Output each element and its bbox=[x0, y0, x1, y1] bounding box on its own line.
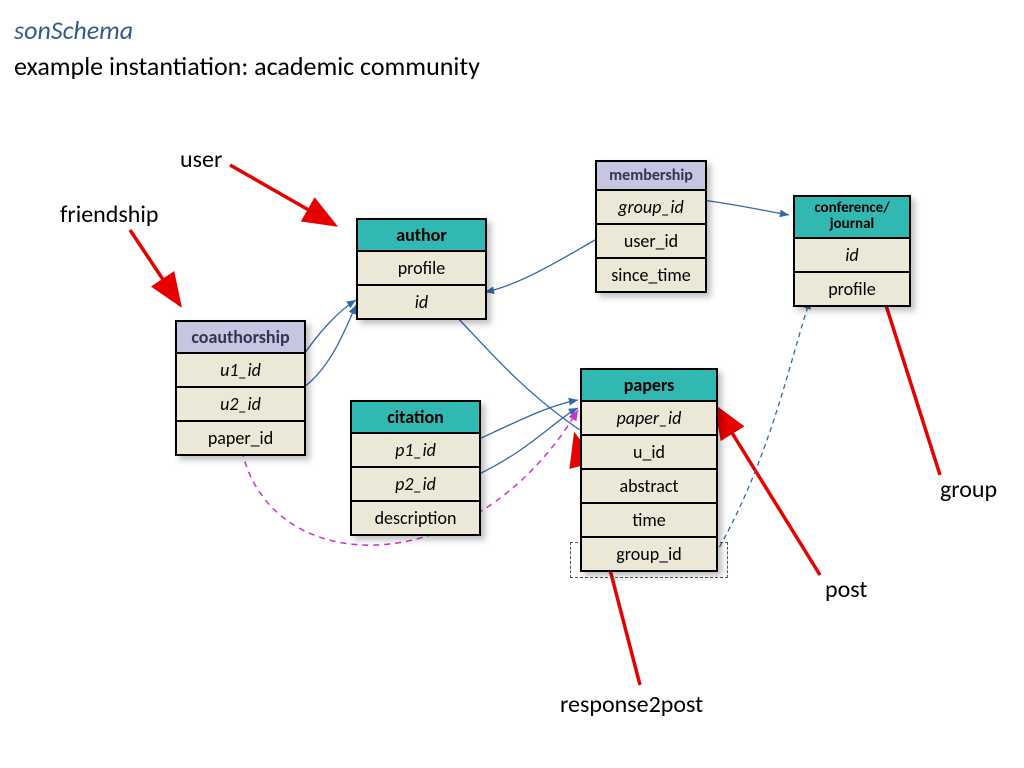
table-row: u1_id bbox=[177, 354, 304, 388]
table-row: profile bbox=[358, 252, 485, 286]
table-header: membership bbox=[597, 162, 705, 191]
table-row: p1_id bbox=[352, 434, 479, 468]
table-coauthorship: coauthorship u1_id u2_id paper_id bbox=[175, 320, 306, 456]
table-row: profile bbox=[795, 273, 909, 305]
table-row: id bbox=[795, 239, 909, 273]
label-user: user bbox=[180, 145, 222, 174]
label-response2post: response2post bbox=[560, 690, 703, 719]
table-conference-journal: conference/ journal id profile bbox=[793, 195, 911, 307]
table-header: coauthorship bbox=[177, 322, 304, 354]
table-row: abstract bbox=[582, 470, 716, 504]
table-row: u2_id bbox=[177, 388, 304, 422]
table-row: since_time bbox=[597, 259, 705, 291]
table-header: papers bbox=[582, 370, 716, 402]
table-row: id bbox=[358, 286, 485, 318]
table-row: time bbox=[582, 504, 716, 538]
table-author: author profile id bbox=[356, 218, 487, 320]
table-header: author bbox=[358, 220, 485, 252]
page-subtitle: example instantiation: academic communit… bbox=[14, 50, 480, 82]
page-title: sonSchema bbox=[14, 14, 133, 46]
label-group: group bbox=[940, 475, 997, 504]
table-row: group_id bbox=[597, 191, 705, 225]
label-post: post bbox=[825, 575, 867, 604]
table-row: p2_id bbox=[352, 468, 479, 502]
table-membership: membership group_id user_id since_time bbox=[595, 160, 707, 293]
table-row: group_id bbox=[582, 538, 716, 570]
table-row: paper_id bbox=[582, 402, 716, 436]
table-row: user_id bbox=[597, 225, 705, 259]
arrows-overlay bbox=[0, 0, 1024, 768]
table-row: description bbox=[352, 502, 479, 534]
table-header: citation bbox=[352, 402, 479, 434]
label-friendship: friendship bbox=[60, 200, 158, 229]
table-row: u_id bbox=[582, 436, 716, 470]
table-row: paper_id bbox=[177, 422, 304, 454]
table-papers: papers paper_id u_id abstract time group… bbox=[580, 368, 718, 572]
table-citation: citation p1_id p2_id description bbox=[350, 400, 481, 536]
table-header: conference/ journal bbox=[795, 197, 909, 239]
